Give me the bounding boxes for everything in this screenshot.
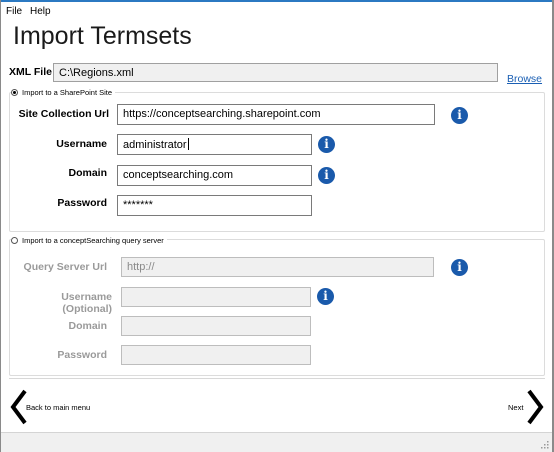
- username-value: administrator: [123, 139, 187, 151]
- window-left-border: [0, 0, 1, 452]
- back-label[interactable]: Back to main menu: [26, 403, 90, 412]
- footer-separator: [9, 378, 545, 379]
- query-password-input[interactable]: [121, 345, 311, 365]
- text-caret: [187, 138, 189, 150]
- site-url-label: Site Collection Url: [18, 108, 109, 120]
- query-username-info-icon[interactable]: i: [317, 288, 334, 305]
- sharepoint-radio[interactable]: [11, 89, 18, 96]
- query-domain-label: Domain: [68, 320, 107, 332]
- query-server-radio[interactable]: [11, 237, 18, 244]
- menu-bar: File Help: [1, 2, 552, 21]
- next-button[interactable]: [526, 388, 544, 426]
- query-username-input[interactable]: [121, 287, 311, 307]
- query-url-input[interactable]: http://: [121, 257, 434, 277]
- next-label[interactable]: Next: [508, 403, 523, 412]
- domain-input[interactable]: conceptsearching.com: [117, 165, 312, 186]
- browse-link[interactable]: Browse: [507, 73, 542, 85]
- password-label: Password: [57, 197, 107, 209]
- query-password-label: Password: [57, 349, 107, 361]
- username-input[interactable]: administrator: [117, 134, 312, 155]
- resize-grip-icon[interactable]: [541, 441, 549, 449]
- query-url-info-icon[interactable]: i: [451, 259, 468, 276]
- menu-file[interactable]: File: [6, 6, 22, 17]
- site-url-info-icon[interactable]: i: [451, 107, 468, 124]
- username-info-icon[interactable]: i: [318, 136, 335, 153]
- xml-file-label: XML File:: [9, 66, 56, 78]
- sharepoint-option[interactable]: Import to a SharePoint Site: [11, 88, 116, 97]
- domain-info-icon[interactable]: i: [318, 167, 335, 184]
- sharepoint-option-label: Import to a SharePoint Site: [22, 88, 113, 97]
- username-label: Username: [56, 138, 107, 150]
- query-server-option-label: Import to a conceptSearching query serve…: [22, 236, 164, 245]
- page-title: Import Termsets: [13, 22, 192, 50]
- chevron-right-icon: [527, 389, 544, 425]
- menu-help[interactable]: Help: [30, 6, 51, 17]
- password-input[interactable]: *******: [117, 195, 312, 216]
- query-url-label: Query Server Url: [23, 261, 107, 273]
- site-url-input[interactable]: https://conceptsearching.sharepoint.com: [117, 104, 435, 125]
- query-username-label: Username (Optional): [61, 291, 112, 315]
- query-domain-input[interactable]: [121, 316, 311, 336]
- status-bar: [1, 432, 552, 452]
- query-server-option[interactable]: Import to a conceptSearching query serve…: [11, 236, 167, 245]
- xml-file-field[interactable]: C:\Regions.xml: [53, 63, 498, 82]
- domain-label: Domain: [68, 167, 107, 179]
